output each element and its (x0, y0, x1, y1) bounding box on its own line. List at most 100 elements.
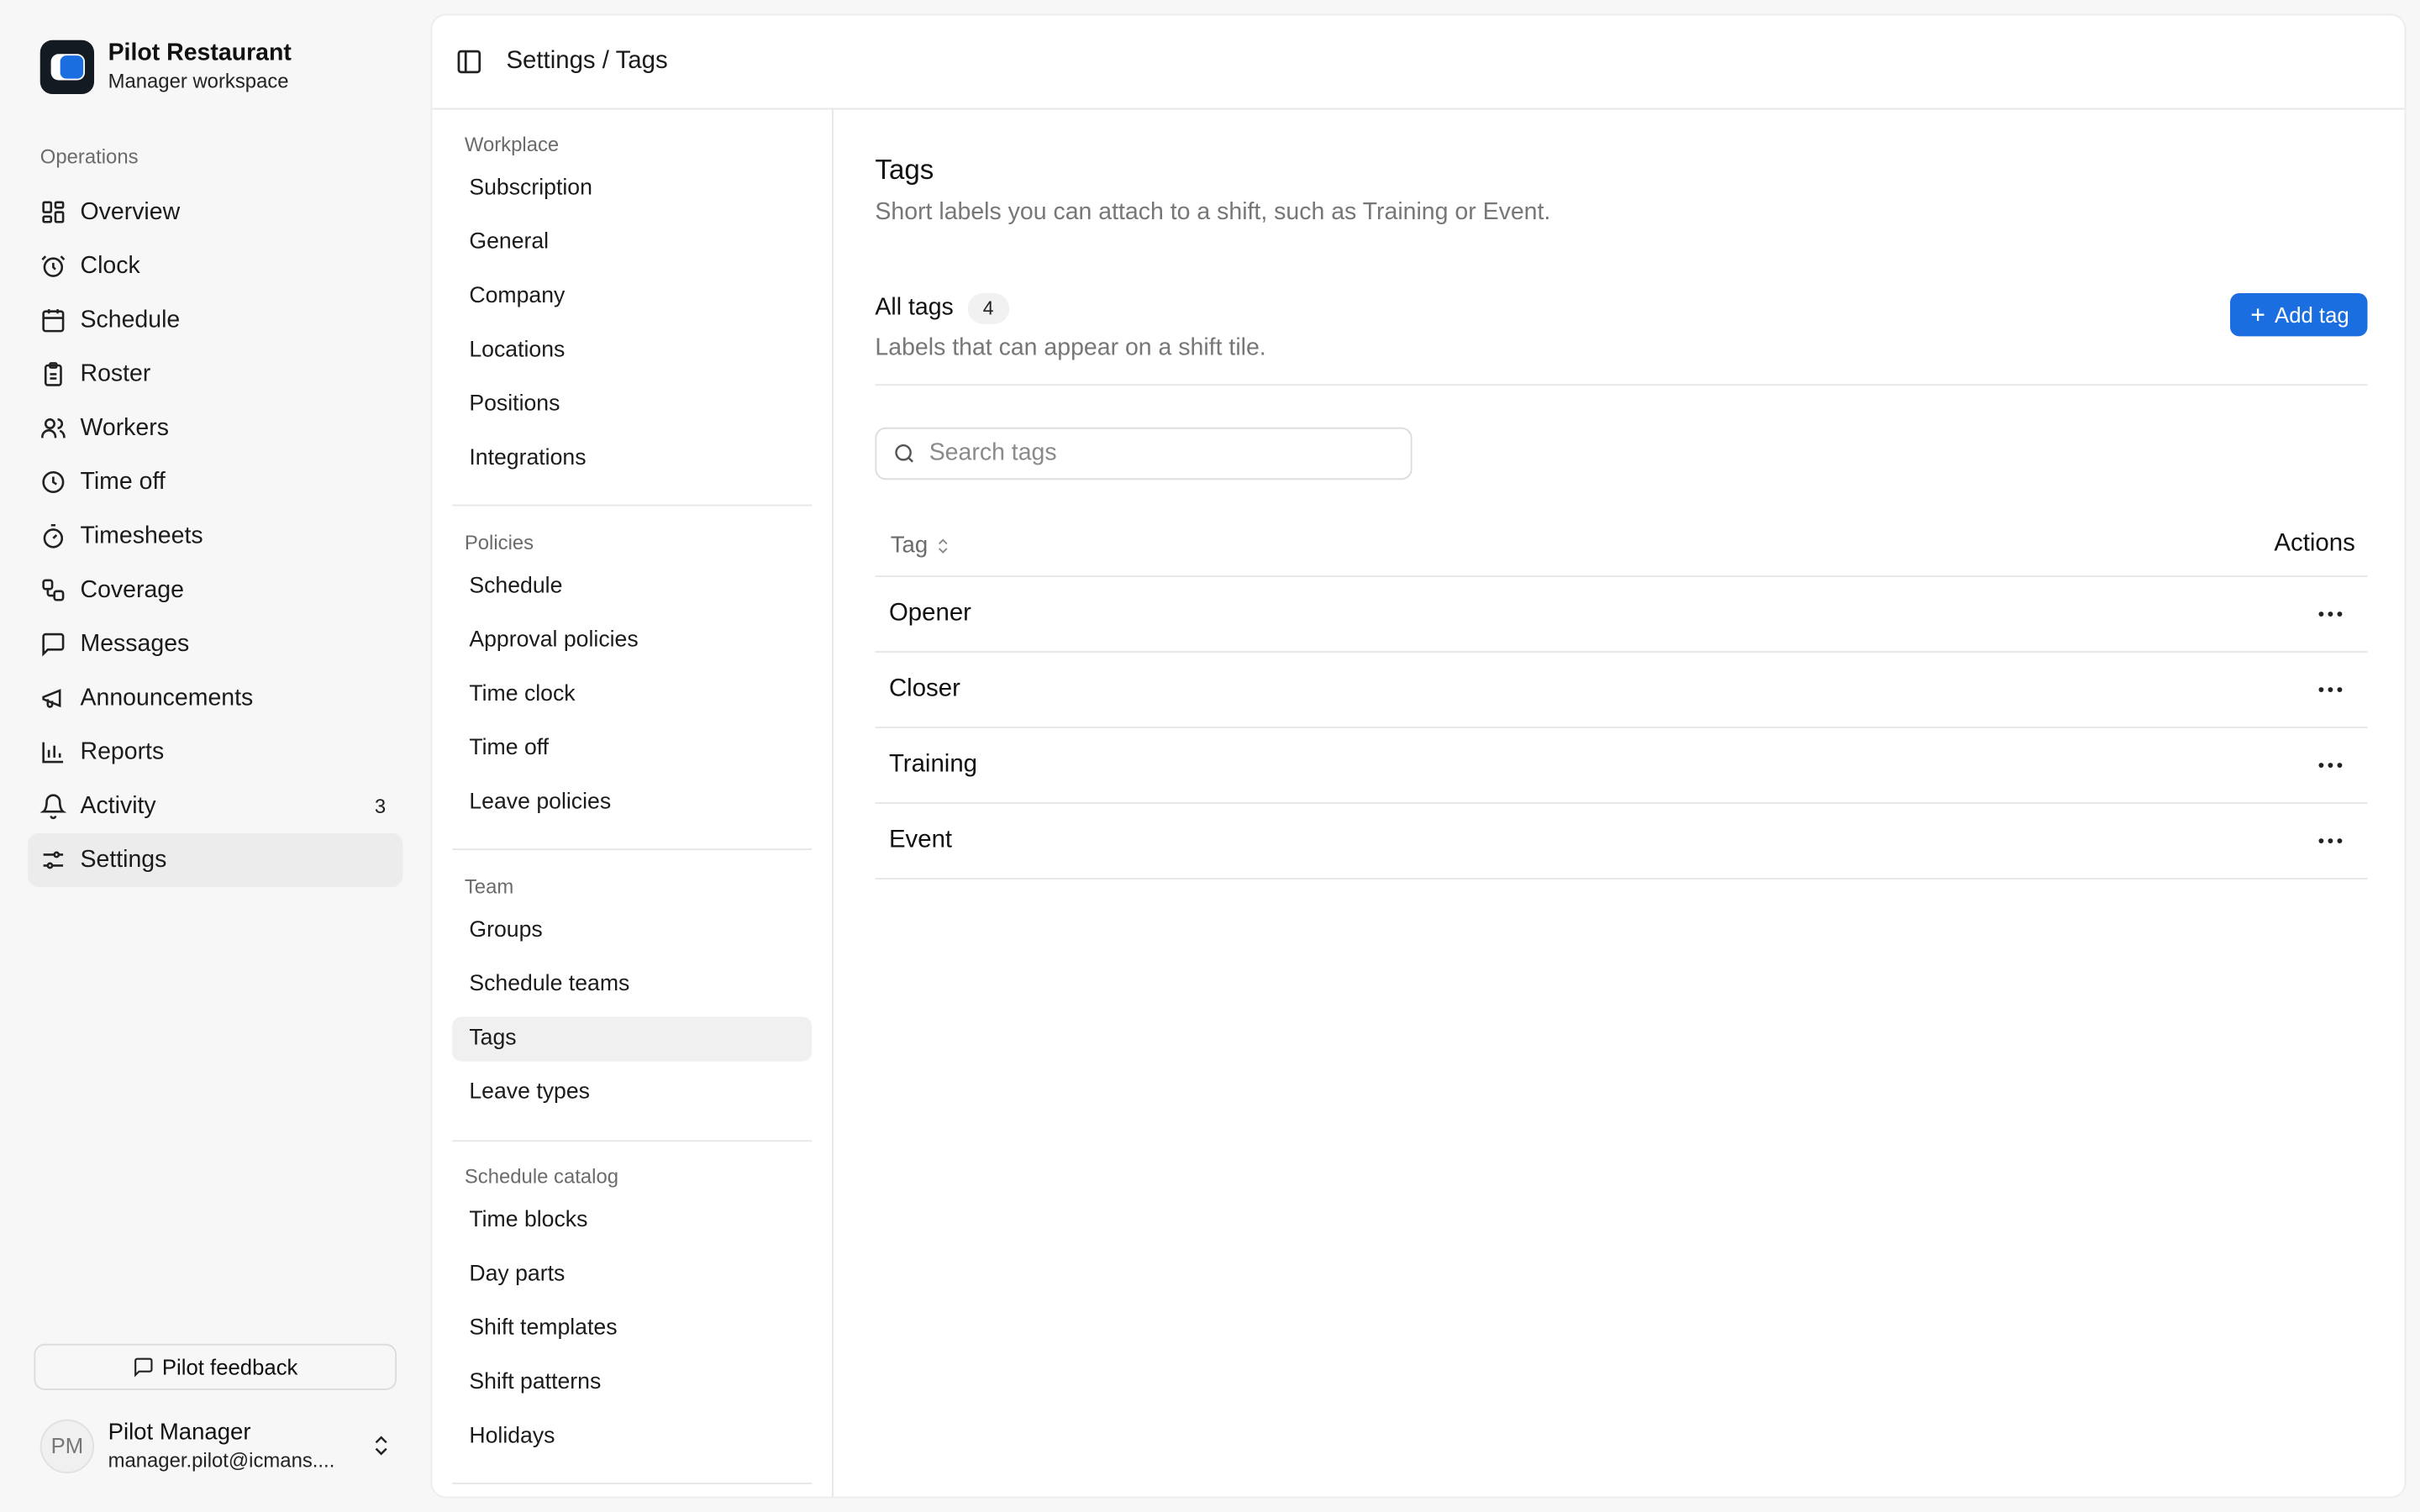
topbar: Settings / Tags (432, 15, 2405, 110)
tag-name: Training (888, 751, 978, 778)
subnav-item-holidays[interactable]: Holidays (452, 1410, 812, 1464)
chevrons-up-down-icon (375, 1436, 387, 1456)
feedback-button[interactable]: Pilot feedback (34, 1343, 397, 1390)
sliders-icon (40, 847, 66, 873)
main-panel: Settings / Tags Workplace Subscription G… (430, 13, 2407, 1499)
bell-icon (39, 793, 66, 820)
sidebar-item-time-off[interactable]: Time off (28, 455, 402, 509)
subnav-divider (452, 848, 813, 851)
subnav-group-label: Team (464, 874, 514, 898)
subnav-group-label: Workplace (464, 132, 560, 156)
subnav-item-locations[interactable]: Locations (452, 324, 812, 378)
more-horizontal-icon (2318, 612, 2343, 617)
subnav-item-time-clock[interactable]: Time clock (452, 668, 812, 722)
table-row: Event (875, 804, 2368, 879)
column-header-actions: Actions (2274, 530, 2355, 558)
more-horizontal-icon (2318, 763, 2343, 768)
sidebar-item-label: Settings (80, 846, 167, 873)
tags-table: Tag Actions Opener Closer Training Event (875, 515, 2368, 879)
page-title: Tags (875, 154, 934, 186)
section-title: All tags (875, 294, 954, 322)
user-menu[interactable]: PM Pilot Manager manager.pilot@icmans...… (39, 1416, 403, 1475)
sidebar-item-overview[interactable]: Overview (28, 185, 402, 239)
table-row: Opener (875, 577, 2368, 653)
calendar-icon (40, 307, 66, 333)
subnav-group-team: Team Groups Schedule teams Tags Leave ty… (452, 870, 813, 1121)
brand-logo (39, 39, 95, 95)
search-icon (895, 444, 913, 463)
clock-icon (40, 469, 66, 495)
plus-icon (2251, 308, 2265, 322)
feedback-label: Pilot feedback (161, 1354, 298, 1380)
more-actions-button[interactable] (2315, 599, 2346, 630)
more-actions-button[interactable] (2315, 826, 2346, 857)
add-tag-button[interactable]: Add tag (2230, 292, 2368, 337)
subnav-item-tags[interactable]: Tags (452, 1016, 813, 1062)
sidebar-item-label: Clock (80, 252, 140, 279)
subnav-item-schedule-teams[interactable]: Schedule teams (452, 958, 812, 1012)
more-actions-button[interactable] (2315, 750, 2346, 781)
subnav-item-integrations[interactable]: Integrations (452, 432, 812, 486)
sidebar-item-label: Schedule (80, 306, 181, 333)
section-header: All tags 4 (875, 292, 1009, 324)
sidebar-item-coverage[interactable]: Coverage (28, 563, 402, 617)
subnav-item-subscription[interactable]: Subscription (452, 162, 812, 216)
activity-count-badge: 3 (374, 794, 387, 818)
message-icon (40, 631, 66, 657)
tag-count-badge: 4 (967, 292, 1009, 324)
sidebar-item-roster[interactable]: Roster (28, 347, 402, 401)
user-name: Pilot Manager (108, 1418, 251, 1446)
workspace-switcher[interactable]: Pilot Restaurant Manager workspace (39, 39, 292, 95)
sidebar-item-label: Time off (80, 468, 166, 495)
table-header: Tag Actions (875, 515, 2368, 577)
search-input[interactable] (929, 439, 1392, 468)
subnav-divider (452, 504, 813, 507)
sidebar-item-clock[interactable]: Clock (28, 239, 402, 293)
sidebar-item-workers[interactable]: Workers (28, 402, 402, 455)
sidebar-item-activity[interactable]: Activity 3 (28, 780, 402, 833)
more-actions-button[interactable] (2315, 675, 2346, 706)
sort-by-tag-header[interactable]: Tag (891, 533, 953, 559)
page-description: Short labels you can attach to a shift, … (875, 198, 1551, 226)
subnav-item-time-off[interactable]: Time off (452, 722, 812, 776)
sidebar-item-schedule[interactable]: Schedule (28, 293, 402, 347)
subnav-item-approval-policies[interactable]: Approval policies (452, 614, 812, 668)
brand-subtitle: Manager workspace (108, 69, 289, 93)
clipboard-icon (40, 361, 66, 387)
settings-subnav: Workplace Subscription General Company L… (432, 109, 834, 1497)
sidebar-item-announcements[interactable]: Announcements (28, 671, 402, 725)
subnav-group-schedule-catalog: Schedule catalog Time blocks Day parts S… (452, 1160, 812, 1464)
subnav-item-shift-patterns[interactable]: Shift patterns (452, 1356, 812, 1410)
table-row: Closer (875, 653, 2368, 728)
sidebar-item-settings[interactable]: Settings (28, 832, 403, 888)
grid-icon (40, 199, 66, 225)
subnav-item-schedule[interactable]: Schedule (452, 560, 812, 614)
subnav-group-label: Policies (464, 530, 534, 554)
sidebar-item-reports[interactable]: Reports (28, 725, 402, 779)
sidebar-item-timesheets[interactable]: Timesheets (28, 509, 402, 563)
sidebar-item-label: Workers (80, 414, 169, 441)
table-row: Training (875, 728, 2368, 804)
subnav-item-positions[interactable]: Positions (452, 378, 812, 432)
subnav-item-general[interactable]: General (452, 216, 812, 270)
subnav-item-day-parts[interactable]: Day parts (452, 1248, 812, 1302)
subnav-item-time-blocks[interactable]: Time blocks (452, 1194, 812, 1248)
subnav-group-workplace: Workplace Subscription General Company L… (452, 128, 812, 486)
subnav-item-company[interactable]: Company (452, 270, 812, 323)
more-horizontal-icon (2318, 838, 2343, 843)
app-root: Pilot Restaurant Manager workspace Opera… (0, 0, 2420, 1512)
subnav-item-shift-templates[interactable]: Shift templates (452, 1302, 812, 1356)
sidebar-item-messages[interactable]: Messages (28, 617, 402, 671)
brand-name: Pilot Restaurant (108, 39, 292, 66)
sidebar-toggle-icon[interactable] (455, 48, 483, 76)
sidebar-item-label: Messages (80, 630, 190, 657)
section-divider (875, 384, 2368, 386)
sidebar-item-label: Activity (80, 792, 156, 819)
subnav-item-groups[interactable]: Groups (452, 904, 812, 958)
message-square-icon (134, 1357, 153, 1378)
breadcrumb: Settings / Tags (506, 47, 668, 75)
subnav-item-leave-policies[interactable]: Leave policies (452, 776, 812, 830)
subnav-item-leave-types[interactable]: Leave types (452, 1066, 812, 1120)
sidebar: Pilot Restaurant Manager workspace Opera… (0, 0, 429, 1512)
sidebar-item-label: Reports (80, 738, 165, 765)
